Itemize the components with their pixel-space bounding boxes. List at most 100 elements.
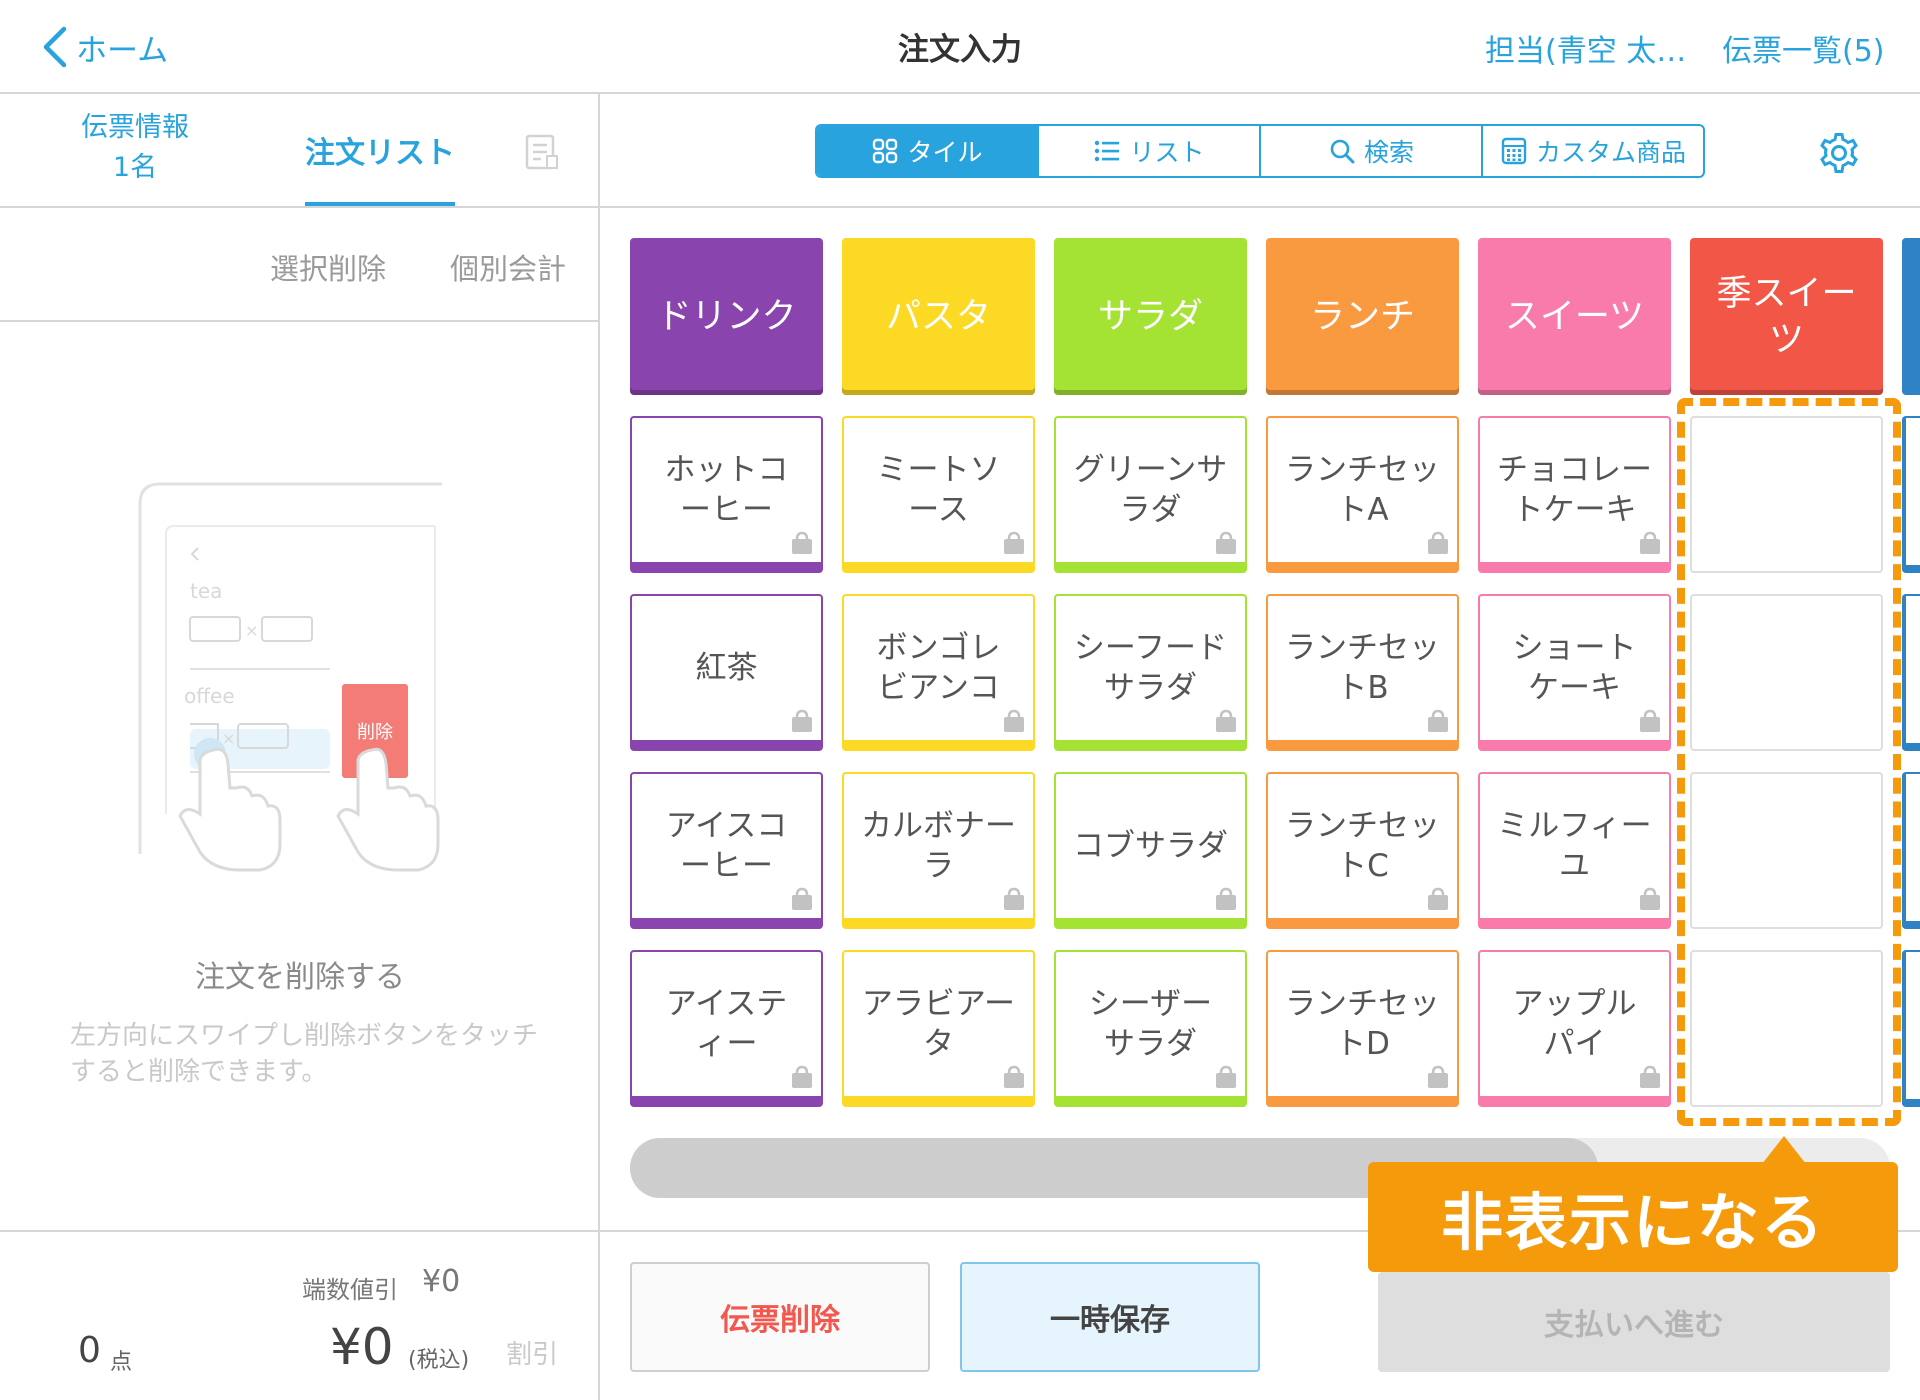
hidden-callout-label: 非表示になる [1368, 1162, 1898, 1272]
product-tile[interactable]: ホットコーヒー [630, 416, 823, 573]
category-salad[interactable]: サラダ [1054, 238, 1247, 395]
category-seasonal-sweets[interactable]: 季スイーツ [1690, 238, 1883, 395]
slip-list-button[interactable]: 伝票一覧(5) [1722, 26, 1885, 70]
tab-slip-info[interactable]: 伝票情報 1名 [60, 108, 210, 188]
product-tile[interactable]: ランチセットB [1266, 594, 1459, 751]
split-payment-button[interactable]: 個別会計 [450, 246, 566, 288]
tax-included-label: (税込) [408, 1348, 470, 1373]
illustration-times-2: × [222, 729, 235, 748]
shopping-bag-icon [1428, 531, 1448, 554]
product-tile[interactable]: ランチセットA [1266, 416, 1459, 573]
product-tile-offscreen[interactable] [1902, 772, 1920, 929]
view-mode-search[interactable]: 検索 [1261, 126, 1483, 176]
product-tile[interactable]: ミルフィーユ [1478, 772, 1671, 929]
toolbar-divider [600, 206, 1920, 208]
hold-order-button[interactable]: 一時保存 [960, 1262, 1260, 1372]
product-tile[interactable]: カルボナーラ [842, 772, 1035, 929]
active-tab-indicator [305, 202, 455, 206]
product-tile[interactable]: チョコレートケーキ [1478, 416, 1671, 573]
product-tile[interactable]: ボンゴレビアンコ [842, 594, 1035, 751]
top-nav-bar: ホーム 注文入力 担当(青空 太… 伝票一覧(5) [0, 0, 1920, 94]
select-delete-button[interactable]: 選択削除 [270, 246, 386, 288]
category-pasta[interactable]: パスタ [842, 238, 1035, 395]
product-tile[interactable]: アイスティー [630, 950, 823, 1107]
order-summary: 端数値引 ¥0 0 点 ¥0 (税込) 割引 [0, 1230, 600, 1400]
category-sweets[interactable]: スイーツ [1478, 238, 1671, 395]
empty-product-slot [1690, 416, 1883, 573]
product-tile[interactable]: ショートケーキ [1478, 594, 1671, 751]
category-lunch[interactable]: ランチ [1266, 238, 1459, 395]
product-label: チョコレートケーキ [1497, 452, 1652, 528]
shopping-bag-icon [1216, 887, 1236, 910]
product-label: アイスティー [665, 986, 788, 1062]
empty-product-slot [1690, 950, 1883, 1107]
category-label: 季スイーツ [1716, 273, 1857, 360]
product-label: ホットコーヒー [664, 452, 789, 528]
product-tile[interactable]: グリーンサラダ [1054, 416, 1247, 573]
chevron-left-icon [43, 26, 67, 68]
shopping-bag-icon [1640, 887, 1660, 910]
rounding-discount-value: ¥0 [422, 1264, 461, 1299]
product-tile[interactable]: 紅茶 [630, 594, 823, 751]
view-mode-tile-label: タイル [907, 138, 983, 167]
view-mode-switcher: タイル リスト 検索 カスタム商品 [815, 124, 1705, 178]
view-mode-list[interactable]: リスト [1039, 126, 1261, 176]
order-total: ¥0 [330, 1318, 394, 1376]
shopping-bag-icon [792, 531, 812, 554]
product-label: シーザーサラダ [1088, 986, 1213, 1062]
category-offscreen[interactable] [1902, 238, 1920, 395]
order-actions: 選択削除 個別会計 [0, 208, 600, 322]
category-label: パスタ [885, 296, 991, 337]
empty-state-description: 左方向にスワイプし削除ボタンをタッチすると削除できます。 [70, 1021, 539, 1087]
shopping-bag-icon [1428, 1065, 1448, 1088]
empty-product-slot [1690, 772, 1883, 929]
product-tile[interactable]: シーザーサラダ [1054, 950, 1247, 1107]
product-label: コブサラダ [1073, 828, 1228, 864]
product-tile[interactable]: ランチセットD [1266, 950, 1459, 1107]
product-tile-offscreen[interactable] [1902, 950, 1920, 1107]
product-label: カルボナーラ [861, 808, 1016, 884]
view-mode-custom-item[interactable]: カスタム商品 [1483, 126, 1703, 176]
product-tile[interactable]: ミートソース [842, 416, 1035, 573]
product-tile[interactable]: シーフードサラダ [1054, 594, 1247, 751]
callout-pointer [1762, 1136, 1806, 1164]
back-button[interactable]: ホーム [40, 22, 168, 72]
illustration-text-tea: tea [190, 579, 222, 603]
gear-icon[interactable] [1816, 130, 1862, 176]
illustration-text-coffee: offee [184, 684, 235, 708]
product-tile-offscreen[interactable] [1902, 416, 1920, 573]
delete-slip-button[interactable]: 伝票削除 [630, 1262, 930, 1372]
sidebar-tabs: 伝票情報 1名 注文リスト [0, 94, 600, 208]
product-tile-offscreen[interactable] [1902, 594, 1920, 751]
shopping-bag-icon [1004, 887, 1024, 910]
shopping-bag-icon [1004, 709, 1024, 732]
staff-selector[interactable]: 担当(青空 太… [1485, 26, 1686, 70]
product-tile[interactable]: ランチセットC [1266, 772, 1459, 929]
product-tile[interactable]: アラビアータ [842, 950, 1035, 1107]
shopping-bag-icon [792, 709, 812, 732]
view-mode-list-label: リスト [1129, 138, 1205, 167]
product-label: ランチセットC [1285, 808, 1440, 884]
proceed-to-payment-button[interactable]: 支払いへ進む [1378, 1272, 1890, 1372]
product-label: アップルパイ [1512, 986, 1637, 1062]
product-tile[interactable]: アップルパイ [1478, 950, 1671, 1107]
view-mode-tile[interactable]: タイル [817, 126, 1039, 176]
category-drink[interactable]: ドリンク [630, 238, 823, 395]
search-icon [1330, 139, 1355, 164]
product-label: アイスコーヒー [665, 808, 788, 884]
tab-order-list[interactable]: 注文リスト [305, 128, 455, 172]
product-label: ランチセットD [1285, 986, 1440, 1062]
product-tile[interactable]: アイスコーヒー [630, 772, 823, 929]
product-label: アラビアータ [861, 986, 1016, 1062]
product-label: ミルフィーユ [1497, 808, 1652, 884]
calculator-icon [1501, 137, 1527, 165]
category-label: サラダ [1097, 296, 1203, 337]
shopping-bag-icon [1640, 1065, 1660, 1088]
product-label: シーフードサラダ [1073, 630, 1228, 706]
discount-button[interactable]: 割引 [506, 1334, 558, 1371]
product-tile[interactable]: コブサラダ [1054, 772, 1247, 929]
tab-slip-info-label: 伝票情報 [81, 112, 189, 143]
shopping-bag-icon [1004, 531, 1024, 554]
empty-state-title: 注文を削除する [195, 960, 405, 995]
memo-icon[interactable] [525, 134, 559, 170]
